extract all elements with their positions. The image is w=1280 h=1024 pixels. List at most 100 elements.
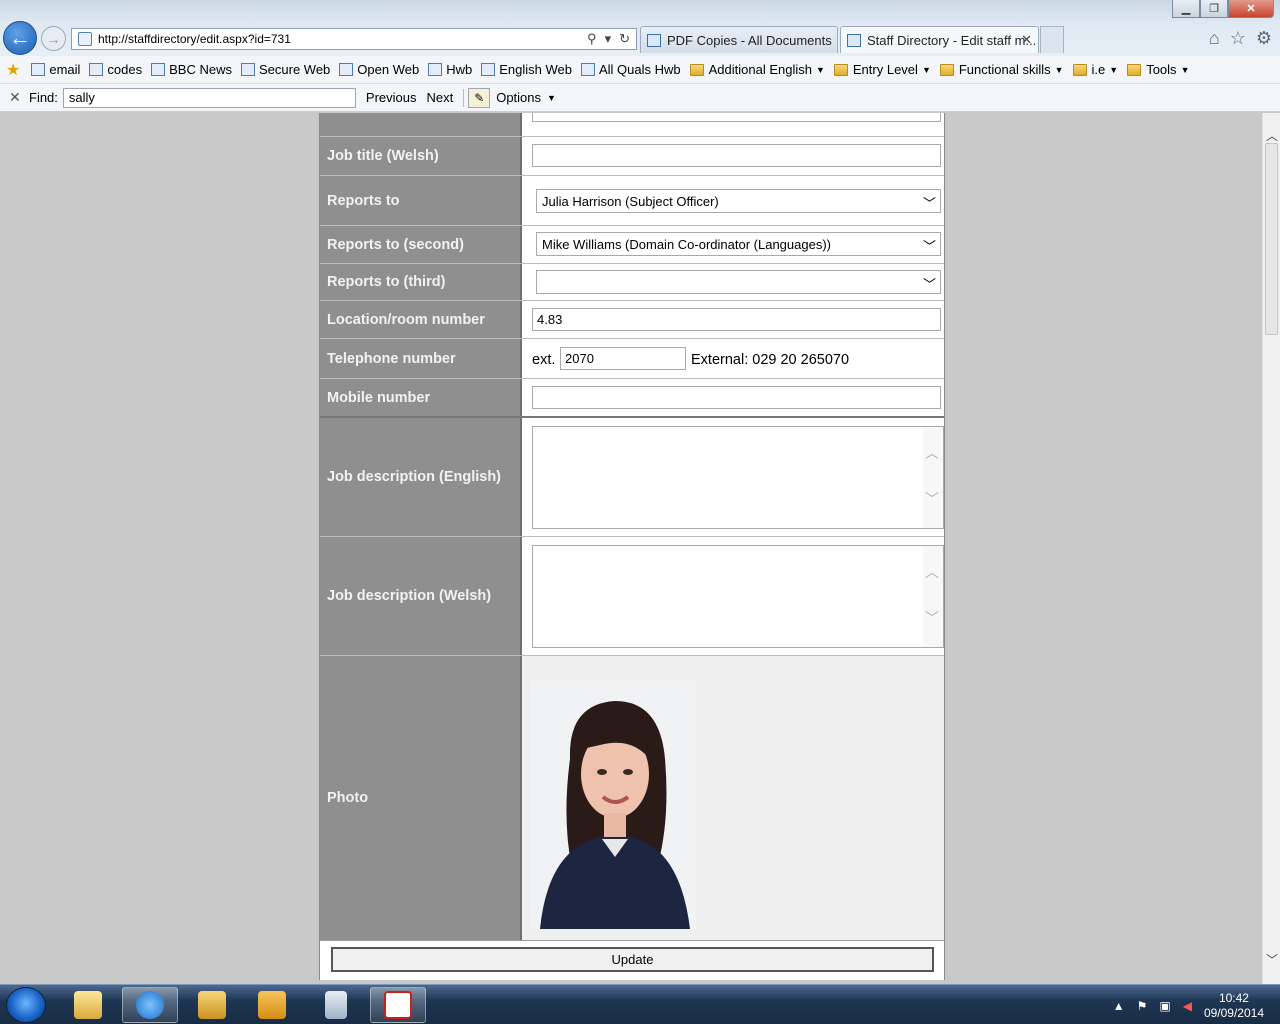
- favorite-label: codes: [107, 62, 143, 77]
- close-window-button[interactable]: ✕: [1228, 0, 1274, 18]
- field-label: Reports to (second): [320, 226, 522, 263]
- find-next-button[interactable]: Next: [426, 90, 453, 105]
- new-tab-button[interactable]: [1040, 26, 1064, 53]
- dropdown-icon[interactable]: ▾: [605, 31, 612, 47]
- form-row-job-desc-welsh: Job description (Welsh) ︿ ﹀: [320, 537, 944, 656]
- favorite-link[interactable]: BBC News: [151, 62, 232, 77]
- favorite-link[interactable]: codes: [89, 62, 142, 77]
- form-row-telephone: Telephone number ext. 2070 External: 029…: [320, 339, 944, 379]
- textarea-scrollbar[interactable]: ︿ ﹀: [923, 546, 943, 647]
- field-label: Photo: [320, 656, 522, 940]
- find-options-button[interactable]: Options: [496, 90, 541, 105]
- tab-staff-directory[interactable]: Staff Directory - Edit staff m... ✕: [840, 26, 1039, 53]
- chevron-down-icon: ▼: [1109, 64, 1119, 75]
- textarea-scrollbar[interactable]: ︿ ﹀: [923, 427, 943, 528]
- favorite-folder[interactable]: Entry Level ▼: [833, 62, 931, 77]
- gear-icon[interactable]: ⚙: [1256, 28, 1272, 49]
- find-previous-button[interactable]: Previous: [366, 90, 417, 105]
- volume-muted-icon[interactable]: ◀: [1183, 999, 1192, 1013]
- close-tab-icon[interactable]: ✕: [1021, 32, 1032, 48]
- scroll-thumb[interactable]: [1265, 143, 1278, 335]
- favorite-link[interactable]: All Quals Hwb: [580, 62, 681, 77]
- favorite-link[interactable]: English Web: [481, 62, 572, 77]
- favorite-link[interactable]: email: [31, 62, 80, 77]
- job-desc-english-textarea[interactable]: ︿ ﹀: [532, 426, 944, 529]
- sharepoint-icon: [647, 33, 661, 47]
- taskbar-internet-explorer[interactable]: [122, 987, 178, 1023]
- page-icon: [339, 63, 354, 76]
- taskbar-libraries[interactable]: [60, 987, 116, 1023]
- reports-to-third-select[interactable]: ﹀: [536, 270, 941, 294]
- taskbar: ▲ ⚑ ▣ ◀ 10:42 09/09/2014: [0, 984, 1280, 1024]
- favorites-add-button[interactable]: ★: [6, 60, 22, 80]
- internet-explorer-icon: [136, 991, 164, 1019]
- update-row: Update: [320, 940, 944, 980]
- update-button[interactable]: Update: [331, 947, 934, 972]
- favorite-folder[interactable]: i.e ▼: [1072, 62, 1119, 77]
- restore-button[interactable]: ❐: [1200, 0, 1228, 18]
- mobile-input[interactable]: [532, 386, 941, 409]
- tab-pdf-copies[interactable]: PDF Copies - All Documents: [640, 26, 838, 53]
- scroll-up-icon[interactable]: ︿: [925, 443, 939, 463]
- reports-to-select[interactable]: Julia Harrison (Subject Officer) ﹀: [536, 189, 941, 213]
- favorite-label: All Quals Hwb: [598, 62, 681, 77]
- forward-button[interactable]: →: [41, 26, 66, 51]
- favorite-label: BBC News: [169, 62, 232, 77]
- minimize-button[interactable]: ▁: [1172, 0, 1200, 18]
- refresh-icon[interactable]: ↻: [619, 31, 630, 47]
- home-icon[interactable]: ⌂: [1209, 28, 1220, 49]
- favorites-star-icon[interactable]: ☆: [1230, 28, 1246, 49]
- favorite-folder[interactable]: Tools ▼: [1127, 62, 1189, 77]
- reports-to-second-select[interactable]: Mike Williams (Domain Co-ordinator (Lang…: [536, 232, 941, 256]
- find-input[interactable]: [62, 87, 356, 108]
- highlight-icon[interactable]: ✎: [468, 87, 491, 108]
- show-hidden-icons-icon[interactable]: ▲: [1113, 999, 1125, 1013]
- scroll-up-icon[interactable]: ︿: [925, 562, 939, 582]
- favorite-link[interactable]: Hwb: [428, 62, 472, 77]
- network-icon[interactable]: ▣: [1159, 999, 1170, 1013]
- favorite-folder[interactable]: Functional skills ▼: [939, 62, 1064, 77]
- job-title-welsh-input[interactable]: [532, 144, 941, 167]
- extension-input[interactable]: 2070: [560, 347, 686, 370]
- address-text[interactable]: http://staffdirectory/edit.aspx?id=731: [98, 32, 291, 46]
- flag-icon[interactable]: ⚑: [1137, 999, 1148, 1013]
- scroll-up-icon[interactable]: ︿: [1266, 127, 1278, 144]
- ext-prefix: ext.: [532, 352, 556, 368]
- form-row-mobile: Mobile number: [320, 379, 944, 418]
- job-desc-welsh-textarea[interactable]: ︿ ﹀: [532, 545, 944, 648]
- tab-title: PDF Copies - All Documents: [667, 32, 832, 48]
- form-row-reports-to: Reports to Julia Harrison (Subject Offic…: [320, 176, 944, 226]
- chevron-down-icon[interactable]: ▼: [547, 93, 556, 103]
- page-icon: [78, 32, 92, 46]
- taskbar-explorer[interactable]: [184, 987, 240, 1023]
- chevron-down-icon: ▼: [1180, 64, 1190, 75]
- form-row-job-title-welsh: Job title (Welsh): [320, 137, 944, 176]
- favorite-link[interactable]: Open Web: [339, 62, 419, 77]
- location-input[interactable]: 4.83: [532, 308, 941, 331]
- scroll-down-icon[interactable]: ﹀: [1266, 951, 1278, 968]
- search-icon[interactable]: ⚲: [587, 31, 597, 47]
- taskbar-adobe-reader[interactable]: [370, 987, 426, 1023]
- field-label: Location/room number: [320, 301, 522, 338]
- taskbar-outlook[interactable]: [244, 987, 300, 1023]
- staff-photo: [530, 679, 696, 929]
- page-scrollbar[interactable]: ︿ ﹀: [1262, 113, 1280, 984]
- chevron-down-icon: ▼: [1054, 64, 1064, 75]
- chevron-down-icon: ﹀: [922, 277, 936, 292]
- favorite-label: Open Web: [357, 62, 420, 77]
- back-button[interactable]: ←: [3, 21, 37, 55]
- address-bar[interactable]: http://staffdirectory/edit.aspx?id=731 ⚲…: [71, 28, 637, 50]
- page-icon: [89, 63, 104, 76]
- close-find-icon[interactable]: ✕: [9, 89, 23, 106]
- browser-title-bar: ▁ ❐ ✕ ← → http://staffdirectory/edit.asp…: [0, 0, 1280, 56]
- field-label: Reports to: [320, 176, 522, 225]
- clock[interactable]: 10:42 09/09/2014: [1204, 991, 1264, 1021]
- favorite-folder[interactable]: Additional English ▼: [689, 62, 825, 77]
- taskbar-calculator[interactable]: [308, 987, 364, 1023]
- job-title-english-input[interactable]: [532, 113, 941, 122]
- scroll-down-icon[interactable]: ﹀: [925, 489, 939, 509]
- scroll-down-icon[interactable]: ﹀: [925, 608, 939, 628]
- favorite-link[interactable]: Secure Web: [240, 62, 330, 77]
- start-button[interactable]: [6, 987, 46, 1023]
- folder-icon: [689, 63, 704, 76]
